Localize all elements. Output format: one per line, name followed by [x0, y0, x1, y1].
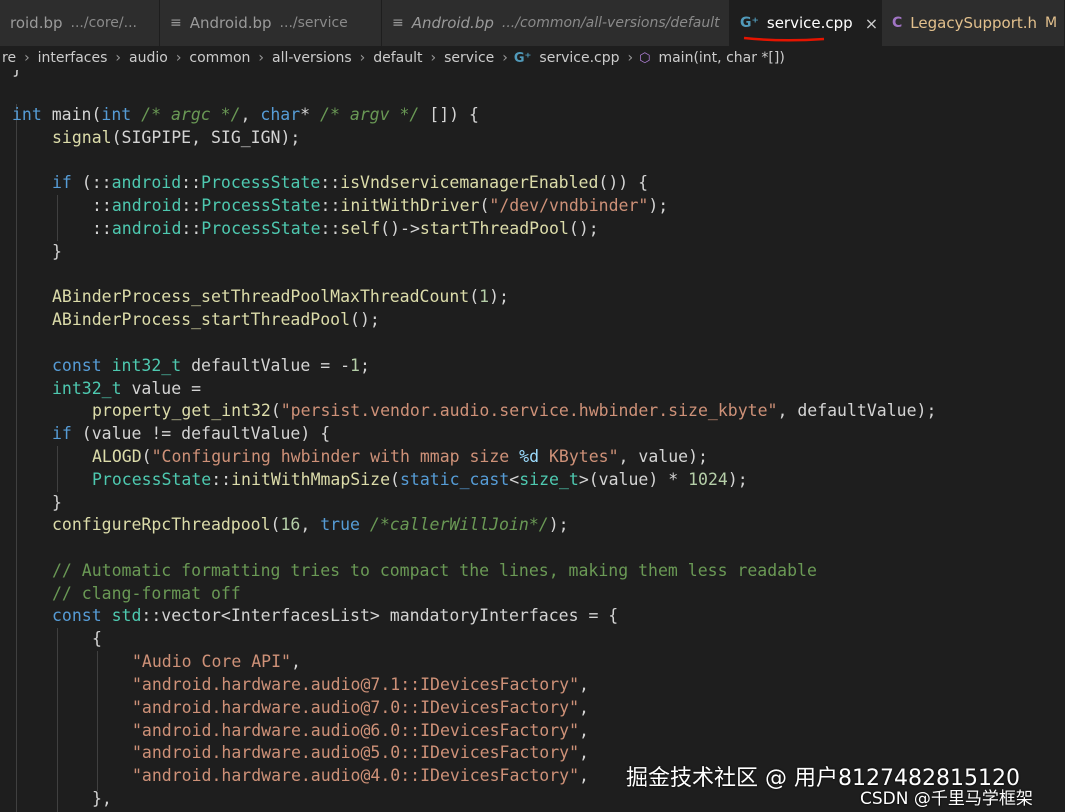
chevron-right-icon: ›: [430, 50, 437, 66]
chevron-right-icon: ›: [115, 50, 122, 66]
indent-guide: [57, 446, 58, 492]
code-line: }: [12, 70, 22, 81]
indent-guide: [97, 651, 98, 791]
breadcrumb-item[interactable]: re: [0, 50, 18, 66]
tab-android-bp-service[interactable]: ≡ Android.bp .../service: [160, 0, 382, 46]
code-line: // Automatic formatting tries to compact…: [52, 561, 817, 580]
chevron-right-icon: ›: [24, 50, 30, 66]
chevron-right-icon: ›: [258, 50, 265, 66]
code-line: ABinderProcess_startThreadPool();: [52, 310, 380, 329]
code-line: "android.hardware.audio@4.0::IDevicesFac…: [132, 766, 589, 785]
code-line: if (value != defaultValue) {: [52, 424, 331, 443]
breadcrumb: re › interfaces › audio › common › all-v…: [0, 46, 1065, 70]
breadcrumb-item[interactable]: interfaces: [36, 50, 110, 66]
tab-label: LegacySupport.h: [910, 14, 1038, 32]
tab-service-cpp[interactable]: G⁺ service.cpp ×: [730, 0, 882, 46]
code-line: configureRpcThreadpool(16, true /*caller…: [52, 515, 569, 534]
indent-guide: [57, 195, 58, 241]
tab-description: .../service: [279, 15, 348, 31]
code-line: ProcessState::initWithMmapSize(static_ca…: [92, 470, 748, 489]
chevron-right-icon: ›: [502, 50, 508, 66]
code-line: "Audio Core API",: [132, 652, 301, 671]
cpp-file-icon: G⁺: [740, 15, 759, 31]
code-line: {: [92, 629, 102, 648]
watermark-csdn: CSDN @千里马学框架: [860, 789, 1033, 809]
code-editor[interactable]: } int main(int /* argc */, char* /* argv…: [0, 70, 1065, 812]
symbol-method-icon: ⬡: [639, 50, 651, 66]
chevron-right-icon: ›: [359, 50, 366, 66]
tab-legacysupport-h[interactable]: C LegacySupport.h M: [882, 0, 1065, 46]
tab-label: Android.bp: [189, 14, 272, 32]
tab-label: service.cpp: [766, 14, 853, 32]
code-line: ALOGD("Configuring hwbinder with mmap si…: [92, 447, 708, 466]
code-line: "android.hardware.audio@7.1::IDevicesFac…: [132, 675, 589, 694]
code-line: // clang-format off: [52, 584, 241, 603]
breadcrumb-item[interactable]: service: [442, 50, 496, 66]
code-line: "android.hardware.audio@7.0::IDevicesFac…: [132, 698, 589, 717]
chevron-right-icon: ›: [175, 50, 182, 66]
code-line: }: [52, 493, 62, 512]
tab-description: .../common/all-versions/default: [501, 15, 720, 31]
code-line: ::android::ProcessState::initWithDriver(…: [92, 196, 669, 215]
modified-badge: M: [1045, 15, 1058, 31]
editor-tab-bar: roid.bp .../core/... ≡ Android.bp .../se…: [0, 0, 1065, 46]
tab-label: roid.bp: [10, 14, 63, 32]
breadcrumb-symbol[interactable]: main(int, char *[]): [656, 50, 786, 66]
code-line: if (::android::ProcessState::isVndservic…: [52, 173, 649, 192]
code-line: },: [92, 789, 112, 808]
chevron-right-icon: ›: [627, 50, 634, 66]
breadcrumb-item[interactable]: all-versions: [270, 50, 354, 66]
tab-description: .../core/...: [70, 15, 137, 31]
tab-android-bp-default[interactable]: ≡ Android.bp .../common/all-versions/def…: [382, 0, 730, 46]
code-line: int main(int /* argc */, char* /* argv *…: [12, 105, 479, 124]
header-file-icon: C: [892, 15, 903, 31]
red-annotation-underline: [743, 36, 825, 42]
code-line: ::android::ProcessState::self()->startTh…: [92, 219, 599, 238]
tab-android-bp-core[interactable]: roid.bp .../core/...: [0, 0, 160, 46]
code-line: signal(SIGPIPE, SIG_IGN);: [52, 128, 301, 147]
code-line: "android.hardware.audio@6.0::IDevicesFac…: [132, 721, 589, 740]
indent-guide: [16, 104, 17, 812]
menu-file-icon: ≡: [170, 15, 182, 31]
breadcrumb-item[interactable]: common: [187, 50, 252, 66]
cpp-file-icon: G⁺: [513, 50, 532, 66]
code-line: property_get_int32("persist.vendor.audio…: [92, 401, 937, 420]
code-line: const std::vector<InterfacesList> mandat…: [52, 606, 619, 625]
close-icon[interactable]: ×: [865, 14, 878, 33]
code-line: }: [52, 242, 62, 261]
indent-guide: [57, 628, 58, 812]
code-line: ABinderProcess_setThreadPoolMaxThreadCou…: [52, 287, 509, 306]
tab-label: Android.bp: [411, 14, 494, 32]
code-line: int32_t value =: [52, 379, 202, 398]
breadcrumb-item[interactable]: default: [371, 50, 424, 66]
breadcrumb-item[interactable]: audio: [127, 50, 170, 66]
code-line: "android.hardware.audio@5.0::IDevicesFac…: [132, 743, 589, 762]
menu-file-icon: ≡: [392, 15, 404, 31]
breadcrumb-file[interactable]: service.cpp: [537, 50, 621, 66]
code-line: const int32_t defaultValue = -1;: [52, 356, 370, 375]
